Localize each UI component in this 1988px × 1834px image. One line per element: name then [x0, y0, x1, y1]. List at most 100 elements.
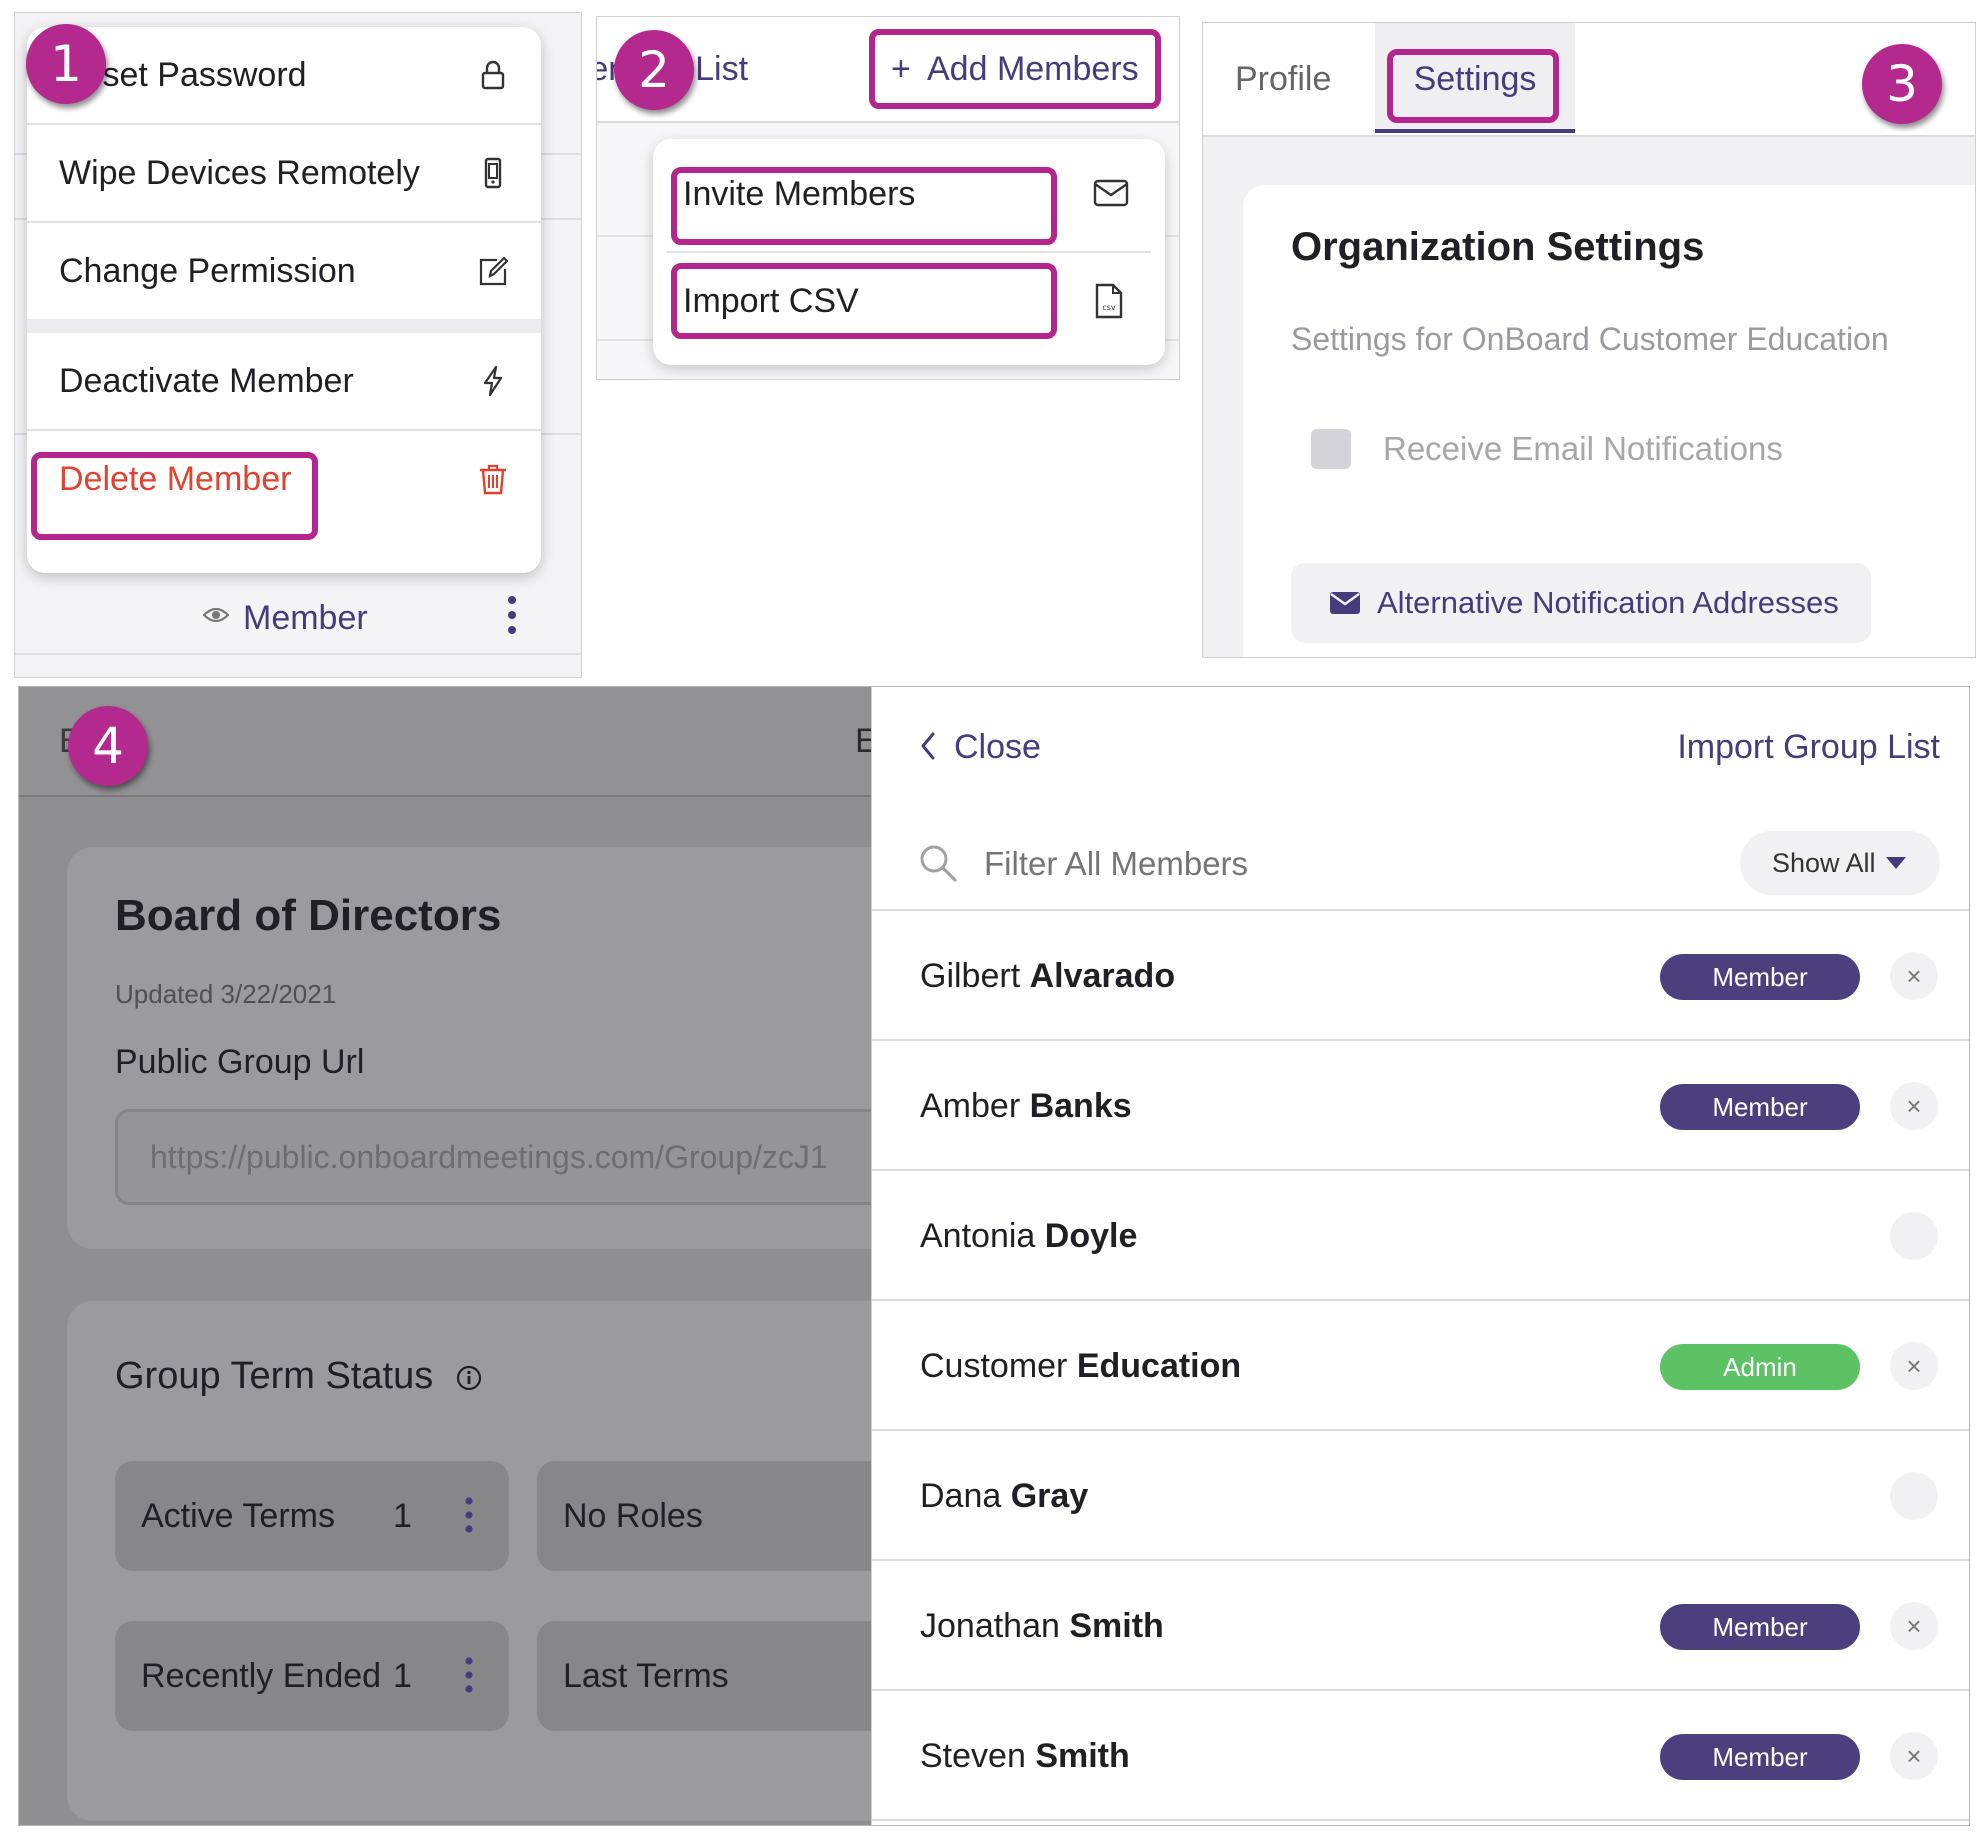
member-actions-panel: Reset Password Wipe Devices Remotely Cha…: [14, 12, 582, 678]
member-last-name: Smith: [1069, 1607, 1164, 1645]
settings-subtitle: Settings for OnBoard Customer Education: [1291, 321, 1889, 357]
remove-member-button[interactable]: ×: [1890, 952, 1938, 1000]
csv-file-icon: csv: [1095, 283, 1123, 319]
search-icon: [918, 843, 958, 883]
member-first-name: Antonia: [920, 1217, 1036, 1255]
term-right-label: Last Terms: [563, 1657, 729, 1695]
term-count: 1: [393, 1497, 412, 1535]
member-name: Steven Smith: [920, 1691, 1130, 1821]
term-status-title-text: Group Term Status: [115, 1355, 434, 1397]
edit-icon: [477, 255, 509, 287]
tab-profile[interactable]: Profile: [1235, 23, 1331, 135]
more-options-icon[interactable]: [465, 1497, 473, 1533]
member-last-name: Banks: [1029, 1087, 1132, 1125]
public-url-field[interactable]: https://public.onboardmeetings.com/Group…: [115, 1109, 871, 1205]
term-label: Recently Ended: [141, 1657, 382, 1695]
group-details-backdrop: Back E Board of Directors Updated 3/22/2…: [19, 687, 871, 1825]
menu-item-label: Wipe Devices Remotely: [59, 154, 420, 192]
last-terms-box[interactable]: Last Terms: [537, 1621, 871, 1731]
role-badge[interactable]: Member: [1660, 954, 1860, 1000]
member-filter-bar: Show All: [872, 817, 1969, 909]
step-badge-4: 4: [68, 706, 148, 786]
empty-toggle[interactable]: [1890, 1212, 1938, 1260]
term-status-card: Group Term Status Active Terms 1 No Role…: [67, 1301, 871, 1821]
more-options-icon[interactable]: [507, 595, 517, 635]
member-name: Customer Education: [920, 1301, 1241, 1431]
mobile-device-icon: [477, 157, 509, 189]
highlight-box: [1387, 49, 1559, 123]
member-row[interactable]: Jonathan Smith Member ×: [872, 1559, 1969, 1691]
envelope-icon: [1329, 591, 1361, 615]
member-first-name: Jonathan: [920, 1607, 1060, 1645]
highlight-box: [671, 263, 1057, 339]
role-badge[interactable]: Member: [1660, 1084, 1860, 1130]
menu-item-wipe-devices[interactable]: Wipe Devices Remotely: [27, 125, 541, 221]
menu-group-divider: [27, 319, 541, 333]
active-terms-box[interactable]: Active Terms 1: [115, 1461, 509, 1571]
eye-icon: [203, 605, 229, 625]
member-row[interactable]: Antonia Doyle: [872, 1169, 1969, 1301]
menu-item-label: Change Permission: [59, 252, 356, 290]
menu-item-change-permission[interactable]: Change Permission: [27, 223, 541, 319]
member-last-name: Smith: [1035, 1737, 1130, 1775]
lock-icon: [477, 59, 509, 91]
alternative-addresses-label: Alternative Notification Addresses: [1377, 585, 1839, 620]
remove-member-button[interactable]: ×: [1890, 1082, 1938, 1130]
header-fragment: E: [855, 687, 871, 795]
member-role-label: Member: [243, 599, 368, 637]
member-row[interactable]: Customer Education Admin ×: [872, 1299, 1969, 1431]
member-row[interactable]: Steven Smith Member ×: [872, 1689, 1969, 1821]
term-status-title: Group Term Status: [115, 1355, 482, 1398]
recently-ended-box[interactable]: Recently Ended 1: [115, 1621, 509, 1731]
term-label: Active Terms: [141, 1497, 335, 1535]
member-name: Dana Gray: [920, 1431, 1088, 1561]
member-first-name: Gilbert: [920, 957, 1021, 995]
settings-title: Organization Settings: [1291, 225, 1705, 269]
empty-toggle[interactable]: [1890, 1472, 1938, 1520]
divider: [872, 1819, 1969, 1823]
caret-down-icon: [1886, 857, 1906, 869]
step-badge-2: 2: [614, 30, 694, 110]
member-row[interactable]: Gilbert Alvarado Member ×: [872, 909, 1969, 1041]
highlight-box: [671, 167, 1057, 245]
member-name: Amber Banks: [920, 1041, 1132, 1171]
remove-member-button[interactable]: ×: [1890, 1732, 1938, 1780]
show-all-dropdown[interactable]: Show All: [1740, 831, 1940, 895]
member-first-name: Amber: [920, 1087, 1021, 1125]
member-row[interactable]: Amber Banks Member ×: [872, 1039, 1969, 1171]
trash-icon: [477, 463, 509, 495]
info-icon[interactable]: [456, 1365, 482, 1391]
member-name: Gilbert Alvarado: [920, 911, 1175, 1041]
remove-member-button[interactable]: ×: [1890, 1342, 1938, 1390]
public-url-label: Public Group Url: [115, 1043, 365, 1081]
import-group-list-link[interactable]: Import Group List: [1677, 717, 1940, 777]
close-label: Close: [954, 728, 1041, 766]
alternative-addresses-button[interactable]: Alternative Notification Addresses: [1291, 563, 1871, 643]
term-count: 1: [393, 1657, 412, 1695]
member-last-name: Doyle: [1044, 1217, 1138, 1255]
remove-member-button[interactable]: ×: [1890, 1602, 1938, 1650]
show-all-label: Show All: [1772, 848, 1876, 878]
highlight-box: [31, 452, 318, 540]
email-notifications-checkbox[interactable]: [1311, 429, 1351, 469]
group-info-card: Board of Directors Updated 3/22/2021 Pub…: [67, 847, 871, 1249]
term-right-label: No Roles: [563, 1497, 703, 1535]
role-badge[interactable]: Member: [1660, 1734, 1860, 1780]
group-updated: Updated 3/22/2021: [115, 979, 337, 1009]
member-last-name: Alvarado: [1029, 957, 1176, 995]
members-drawer: Close Import Group List Show All Gilbert…: [871, 687, 1969, 1825]
chevron-left-icon: [920, 731, 936, 761]
menu-item-deactivate-member[interactable]: Deactivate Member: [27, 333, 541, 429]
more-options-icon[interactable]: [465, 1657, 473, 1693]
group-title: Board of Directors: [115, 891, 502, 940]
step-badge-3: 3: [1862, 44, 1942, 124]
member-role-row: Member: [15, 573, 581, 663]
member-first-name: Steven: [920, 1737, 1026, 1775]
lightning-icon: [477, 365, 509, 397]
member-row[interactable]: Dana Gray: [872, 1429, 1969, 1561]
member-first-name: Dana: [920, 1477, 1002, 1515]
filter-members-input[interactable]: [982, 831, 1546, 897]
role-badge[interactable]: Member: [1660, 1604, 1860, 1650]
role-badge[interactable]: Admin: [1660, 1344, 1860, 1390]
no-roles-box[interactable]: No Roles: [537, 1461, 871, 1571]
